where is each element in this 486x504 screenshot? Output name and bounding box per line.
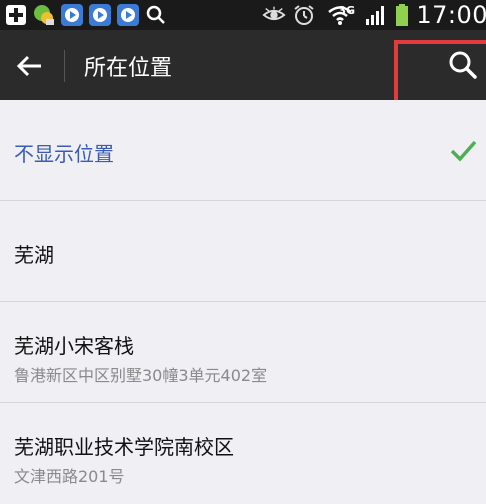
app-icon [32, 3, 56, 27]
location-name: 不显示位置 [14, 142, 114, 166]
location-name: 芜湖小宋客栈 [14, 334, 134, 358]
header-divider [64, 50, 65, 82]
location-name: 芜湖职业技术学院南校区 [14, 435, 234, 459]
signal-icon [364, 3, 388, 27]
search-icon [144, 3, 168, 27]
status-bar: 3G 17:00 [0, 0, 486, 30]
list-item[interactable]: 不显示位置 [0, 100, 486, 201]
video-icon [60, 3, 84, 27]
list-item[interactable]: 芜湖小宋客栈 鲁港新区中区别墅30幢3单元402室 [0, 302, 486, 403]
battery-icon [394, 3, 410, 27]
list-item[interactable]: 芜湖职业技术学院南校区 文津西路201号 [0, 403, 486, 504]
list-item[interactable]: 芜湖 [0, 201, 486, 302]
back-button[interactable] [10, 46, 50, 86]
action-bar: 所在位置 [0, 30, 486, 106]
clock: 17:00 [416, 1, 486, 29]
back-arrow-icon [16, 55, 41, 77]
add-icon [4, 3, 28, 27]
search-button[interactable] [448, 50, 480, 82]
page-title: 所在位置 [84, 56, 173, 81]
location-list: 不显示位置 芜湖 芜湖小宋客栈 鲁港新区中区别墅30幢3单元402室 芜湖职业技… [0, 100, 486, 504]
video-icon [116, 3, 140, 27]
video-icon [88, 3, 112, 27]
system-icons: 3G 17:00 [262, 0, 486, 30]
location-address: 鲁港新区中区别墅30幢3单元402室 [14, 366, 268, 385]
eye-icon [262, 3, 286, 27]
alarm-icon [292, 3, 316, 27]
checkmark-icon [448, 136, 478, 166]
wifi-icon: 3G [322, 3, 358, 27]
location-address: 文津西路201号 [14, 467, 125, 486]
network-type-label: 3G [338, 4, 356, 17]
notification-icons [4, 3, 168, 27]
location-name: 芜湖 [14, 243, 54, 267]
search-icon [449, 51, 477, 79]
